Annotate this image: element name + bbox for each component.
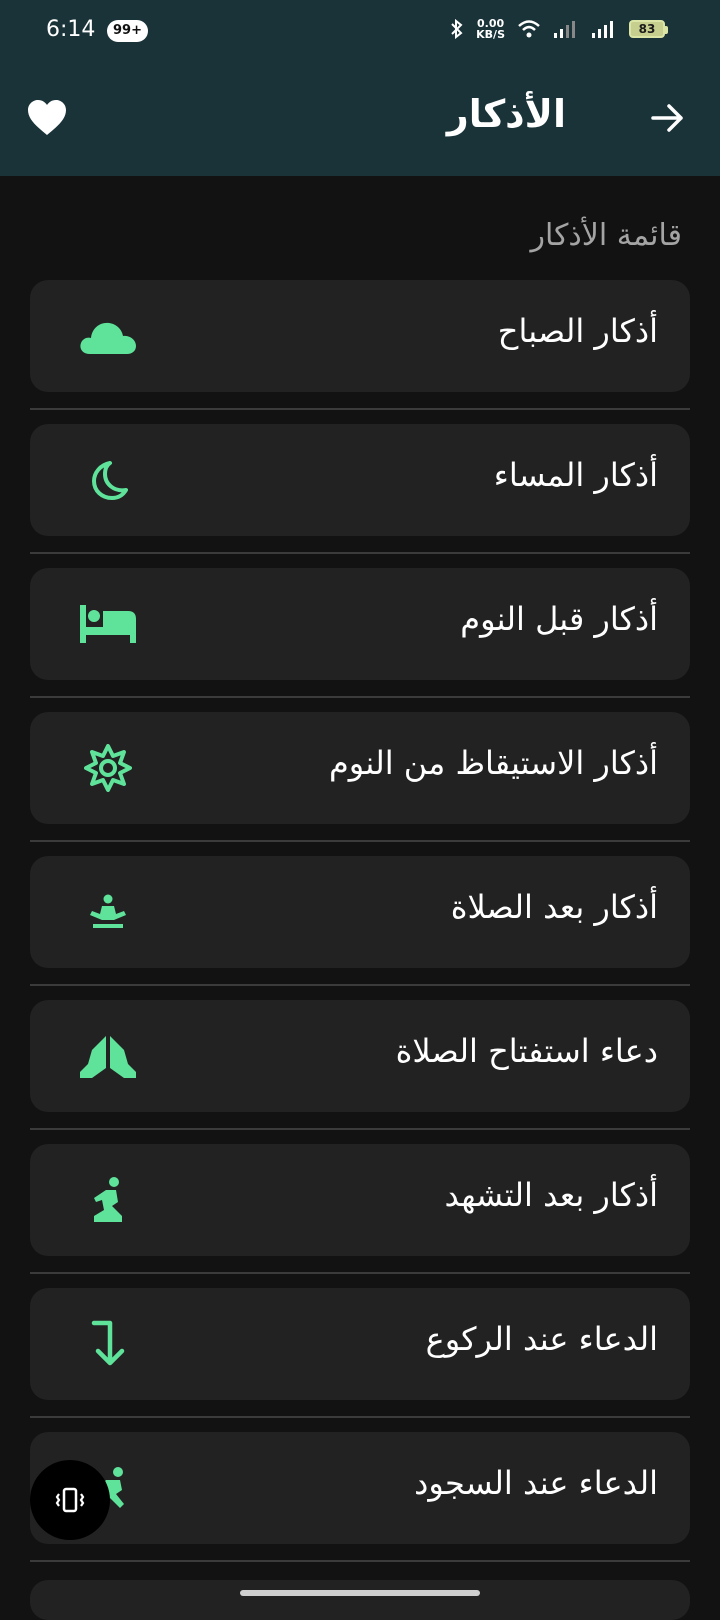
sun-icon	[76, 740, 140, 796]
adhkar-card-evening[interactable]: أذكار المساء	[30, 424, 690, 536]
divider	[30, 840, 690, 842]
adhkar-card-opening-prayer[interactable]: دعاء استفتاح الصلاة	[30, 1000, 690, 1112]
status-bar: 6:14 99+ 0.00 KB/S 83	[0, 0, 720, 64]
adhkar-card-waking[interactable]: أذكار الاستيقاظ من النوم	[30, 712, 690, 824]
divider	[30, 408, 690, 410]
adhkar-list: أذكار الصباح أذكار المساء أذكار قبل النو…	[30, 280, 690, 1576]
card-label: الدعاء عند السجود	[414, 1464, 658, 1502]
bluetooth-icon	[451, 18, 463, 40]
card-label: أذكار بعد الصلاة	[450, 888, 658, 926]
card-label: الدعاء عند الركوع	[425, 1320, 658, 1358]
adhkar-card-sujud[interactable]: الدعاء عند السجود	[30, 1432, 690, 1544]
heart-icon[interactable]	[26, 98, 68, 138]
list-item: دعاء استفتاح الصلاة	[30, 1000, 690, 1144]
network-speed: 0.00 KB/S	[476, 18, 505, 40]
divider	[30, 696, 690, 698]
card-label: دعاء استفتاح الصلاة	[395, 1032, 658, 1070]
section-title: قائمة الأذكار	[530, 218, 682, 253]
meditation-icon	[76, 884, 140, 940]
card-label: أذكار قبل النوم	[460, 600, 658, 638]
divider	[30, 984, 690, 986]
list-item: أذكار بعد الصلاة	[30, 856, 690, 1000]
vibrate-toggle-button[interactable]	[30, 1460, 110, 1540]
list-item: أذكار بعد التشهد	[30, 1144, 690, 1288]
cloud-icon	[76, 308, 140, 364]
adhkar-card-after-prayer[interactable]: أذكار بعد الصلاة	[30, 856, 690, 968]
adhkar-card-morning[interactable]: أذكار الصباح	[30, 280, 690, 392]
divider	[30, 552, 690, 554]
list-item-partial[interactable]	[30, 1580, 690, 1620]
adhkar-card-after-tashahhud[interactable]: أذكار بعد التشهد	[30, 1144, 690, 1256]
arrow-right-icon[interactable]	[650, 102, 686, 134]
arrow-down-turn-icon	[76, 1316, 140, 1372]
divider	[30, 1272, 690, 1274]
card-label: أذكار الاستيقاظ من النوم	[328, 744, 658, 782]
list-item: الدعاء عند الركوع	[30, 1288, 690, 1432]
divider	[30, 1416, 690, 1418]
status-icons: 0.00 KB/S 83	[450, 18, 668, 40]
notification-badge: 99+	[107, 20, 148, 42]
praying-hands-icon	[76, 1028, 140, 1084]
list-item: الدعاء عند السجود	[30, 1432, 690, 1576]
list-item: أذكار الصباح	[30, 280, 690, 424]
kneeling-person-icon	[76, 1172, 140, 1228]
netspeed-unit: KB/S	[476, 28, 505, 41]
list-item: أذكار الاستيقاظ من النوم	[30, 712, 690, 856]
bed-icon	[76, 596, 140, 652]
list-item: أذكار قبل النوم	[30, 568, 690, 712]
page-title: الأذكار	[446, 92, 566, 136]
vibrate-icon	[55, 1487, 85, 1513]
battery-indicator: 83	[629, 20, 668, 38]
list-item: أذكار المساء	[30, 424, 690, 568]
card-label: أذكار المساء	[493, 456, 658, 494]
adhkar-card-before-sleep[interactable]: أذكار قبل النوم	[30, 568, 690, 680]
signal-icon	[592, 21, 613, 38]
home-indicator[interactable]	[240, 1590, 480, 1596]
divider	[30, 1128, 690, 1130]
signal-icon	[554, 21, 575, 38]
app-bar: الأذكار	[0, 64, 720, 176]
moon-icon	[76, 452, 140, 508]
wifi-icon	[518, 20, 540, 38]
adhkar-card-ruku[interactable]: الدعاء عند الركوع	[30, 1288, 690, 1400]
card-label: أذكار الصباح	[497, 312, 658, 350]
divider	[30, 1560, 690, 1562]
status-time: 6:14	[46, 17, 96, 42]
card-label: أذكار بعد التشهد	[444, 1176, 658, 1214]
